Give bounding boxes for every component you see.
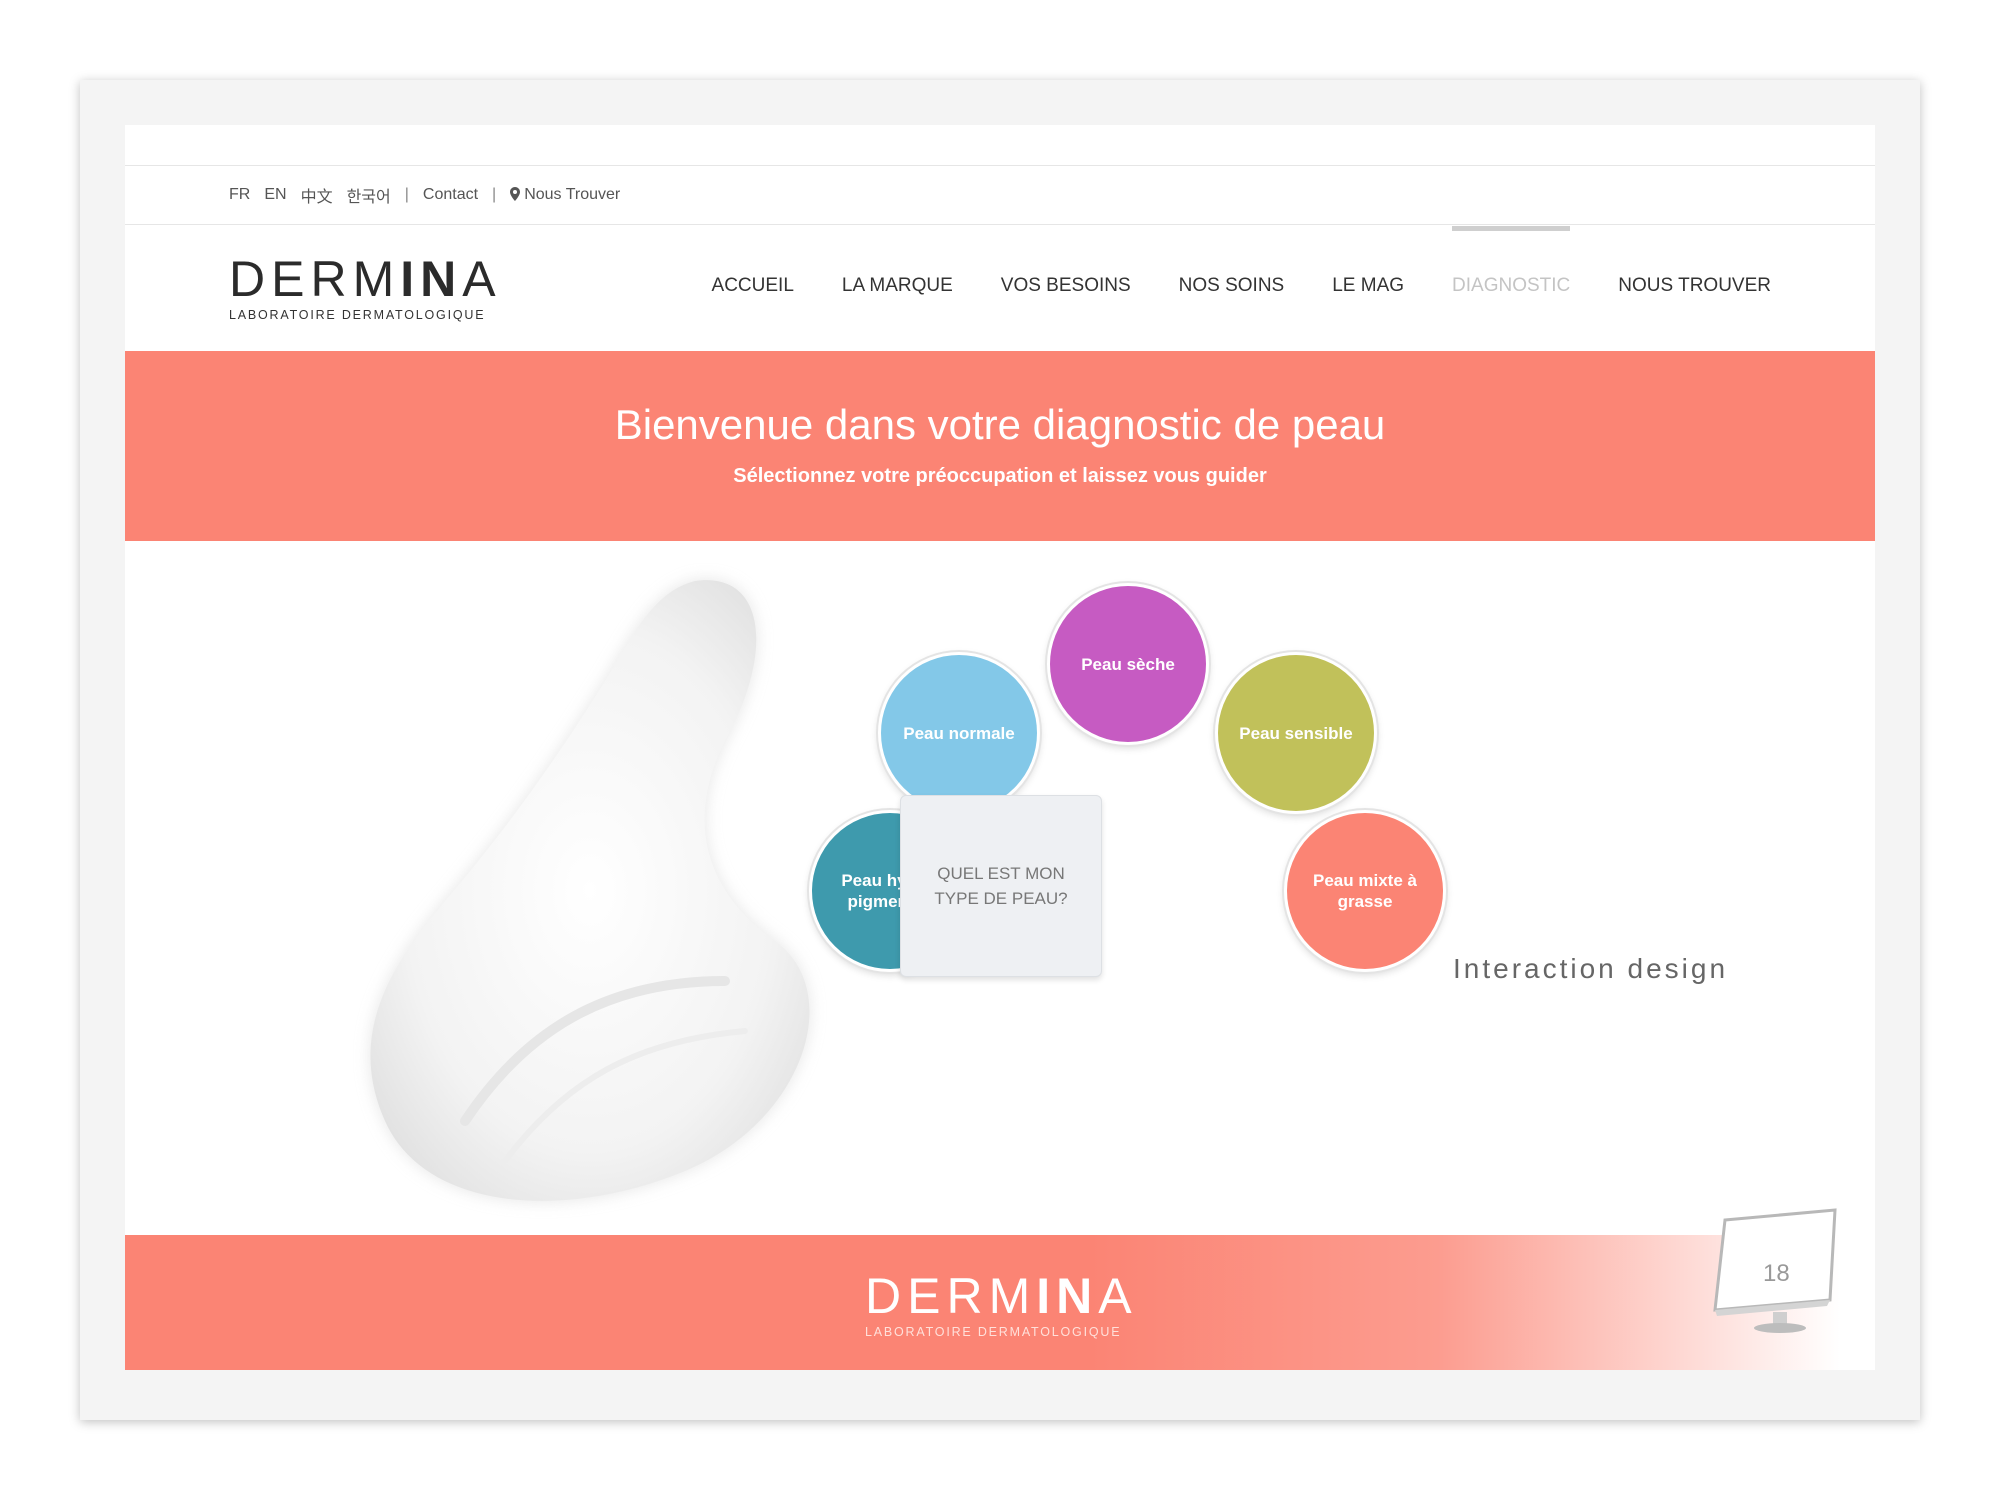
footer-logo: DERMINA LABORATOIRE DERMATOLOGIQUE xyxy=(865,1271,1138,1339)
nav-item-nous-trouver[interactable]: NOUS TROUVER xyxy=(1618,226,1771,346)
main-nav: ACCUEIL LA MARQUE VOS BESOINS NOS SOINS … xyxy=(712,226,1771,346)
bubble-peau-sensible[interactable]: Peau sensible xyxy=(1215,652,1377,814)
logo-wordmark: DERMINA xyxy=(229,251,502,307)
hero-banner: Bienvenue dans votre diagnostic de peau … xyxy=(125,351,1875,541)
skin-type-question-button[interactable]: QUEL EST MON TYPE DE PEAU? xyxy=(900,795,1102,977)
nav-item-vos-besoins[interactable]: VOS BESOINS xyxy=(1001,226,1131,346)
separator: | xyxy=(404,186,409,203)
diagnostic-area: Peau sèche Peau normale Peau sensible Pe… xyxy=(125,541,1875,1241)
map-pin-icon xyxy=(510,187,521,201)
bubble-peau-mixte-grasse[interactable]: Peau mixte à grasse xyxy=(1284,810,1446,972)
nav-item-accueil[interactable]: ACCUEIL xyxy=(712,226,794,346)
brand-logo[interactable]: DERMINA LABORATOIRE DERMATOLOGIQUE xyxy=(229,254,502,322)
website-page: FR EN 中文 한국어 | Contact | Nous Trouver DE… xyxy=(125,125,1875,1370)
contact-link[interactable]: Contact xyxy=(423,186,478,204)
site-footer: DERMINA LABORATOIRE DERMATOLOGIQUE xyxy=(125,1235,1875,1370)
slide-caption: Interaction design xyxy=(1453,953,1729,984)
footer-wordmark: DERMINA xyxy=(865,1268,1138,1324)
question-label: QUEL EST MON TYPE DE PEAU? xyxy=(934,864,1068,908)
separator: | xyxy=(492,186,497,203)
hero-subtitle: Sélectionnez votre préoccupation et lais… xyxy=(733,465,1267,487)
nav-item-la-marque[interactable]: LA MARQUE xyxy=(842,226,953,346)
lang-en-link[interactable]: EN xyxy=(264,186,286,204)
cream-smear-image xyxy=(370,580,810,1201)
bubble-peau-normale[interactable]: Peau normale xyxy=(878,652,1040,814)
nav-item-nos-soins[interactable]: NOS SOINS xyxy=(1179,226,1285,346)
lang-zh-link[interactable]: 中文 xyxy=(301,183,333,207)
bubble-label: Peau mixte à grasse xyxy=(1313,871,1417,911)
nav-item-le-mag[interactable]: LE MAG xyxy=(1332,226,1404,346)
hero-title: Bienvenue dans votre diagnostic de peau xyxy=(614,401,1386,448)
bubble-label: Peau sensible xyxy=(1239,723,1353,743)
utility-bar: FR EN 中文 한국어 | Contact | Nous Trouver xyxy=(125,165,1875,225)
slide-frame: FR EN 中文 한국어 | Contact | Nous Trouver DE… xyxy=(80,80,1920,1420)
lang-fr-link[interactable]: FR xyxy=(229,186,250,204)
nav-item-diagnostic[interactable]: DIAGNOSTIC xyxy=(1452,226,1571,346)
find-us-label: Nous Trouver xyxy=(524,186,621,203)
page-number: 18 xyxy=(1763,1260,1790,1287)
footer-subtitle: LABORATOIRE DERMATOLOGIQUE xyxy=(865,1325,1122,1339)
bubble-peau-seche[interactable]: Peau sèche xyxy=(1047,583,1209,745)
bubble-label: Peau normale xyxy=(903,723,1015,743)
logo-subtitle: LABORATOIRE DERMATOLOGIQUE xyxy=(229,308,486,322)
find-us-link[interactable]: Nous Trouver xyxy=(510,186,620,204)
bubble-label: Peau sèche xyxy=(1081,654,1175,674)
lang-ko-link[interactable]: 한국어 xyxy=(347,183,391,207)
site-header: DERMINA LABORATOIRE DERMATOLOGIQUE ACCUE… xyxy=(125,226,1875,346)
